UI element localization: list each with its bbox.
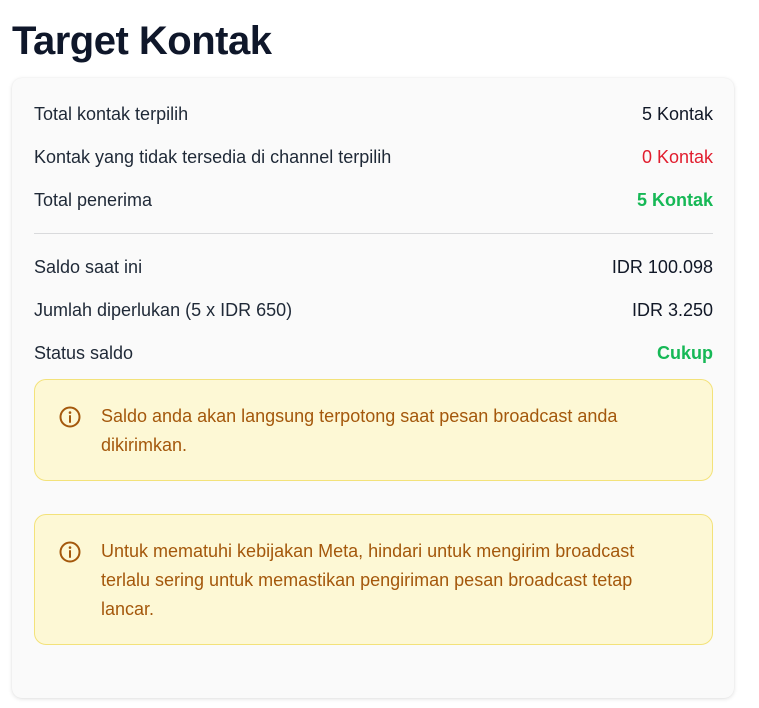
balance-section: Saldo saat ini IDR 100.098 Jumlah diperl…	[34, 246, 713, 375]
info-icon	[59, 541, 81, 563]
alert-text: Saldo anda akan langsung terpotong saat …	[101, 406, 618, 455]
deduction-info-alert: Saldo anda akan langsung terpotong saat …	[34, 379, 713, 481]
balance-row-current: Saldo saat ini IDR 100.098	[34, 246, 713, 289]
summary-value: 5 Kontak	[641, 104, 713, 124]
balance-label: Status saldo	[34, 343, 134, 363]
info-icon	[59, 406, 81, 428]
summary-value-negative: 0 Kontak	[641, 147, 713, 167]
balance-value: IDR 3.250	[631, 300, 713, 320]
balance-label: Jumlah diperlukan (5 x IDR 650)	[34, 300, 293, 320]
summary-label: Total kontak terpilih	[34, 104, 189, 124]
balance-status-badge: Cukup	[657, 343, 713, 363]
summary-value-positive: 5 Kontak	[636, 190, 713, 210]
summary-row-unavailable: Kontak yang tidak tersedia di channel te…	[34, 136, 713, 179]
balance-row-required: Jumlah diperlukan (5 x IDR 650) IDR 3.25…	[34, 289, 713, 332]
summary-label: Kontak yang tidak tersedia di channel te…	[34, 147, 392, 167]
divider	[34, 233, 713, 234]
summary-row-total-selected: Total kontak terpilih 5 Kontak	[34, 93, 713, 136]
page-title: Target Kontak	[12, 19, 272, 63]
summary-label: Total penerima	[34, 190, 153, 210]
alert-text: Untuk mematuhi kebijakan Meta, hindari u…	[101, 541, 635, 619]
target-contact-card: Total kontak terpilih 5 Kontak Kontak ya…	[12, 78, 734, 698]
balance-row-status: Status saldo Cukup	[34, 332, 713, 375]
balance-value: IDR 100.098	[611, 257, 713, 277]
balance-label: Saldo saat ini	[34, 257, 143, 277]
summary-section: Total kontak terpilih 5 Kontak Kontak ya…	[34, 78, 713, 222]
meta-policy-info-alert: Untuk mematuhi kebijakan Meta, hindari u…	[34, 514, 713, 645]
summary-row-total-recipients: Total penerima 5 Kontak	[34, 179, 713, 222]
